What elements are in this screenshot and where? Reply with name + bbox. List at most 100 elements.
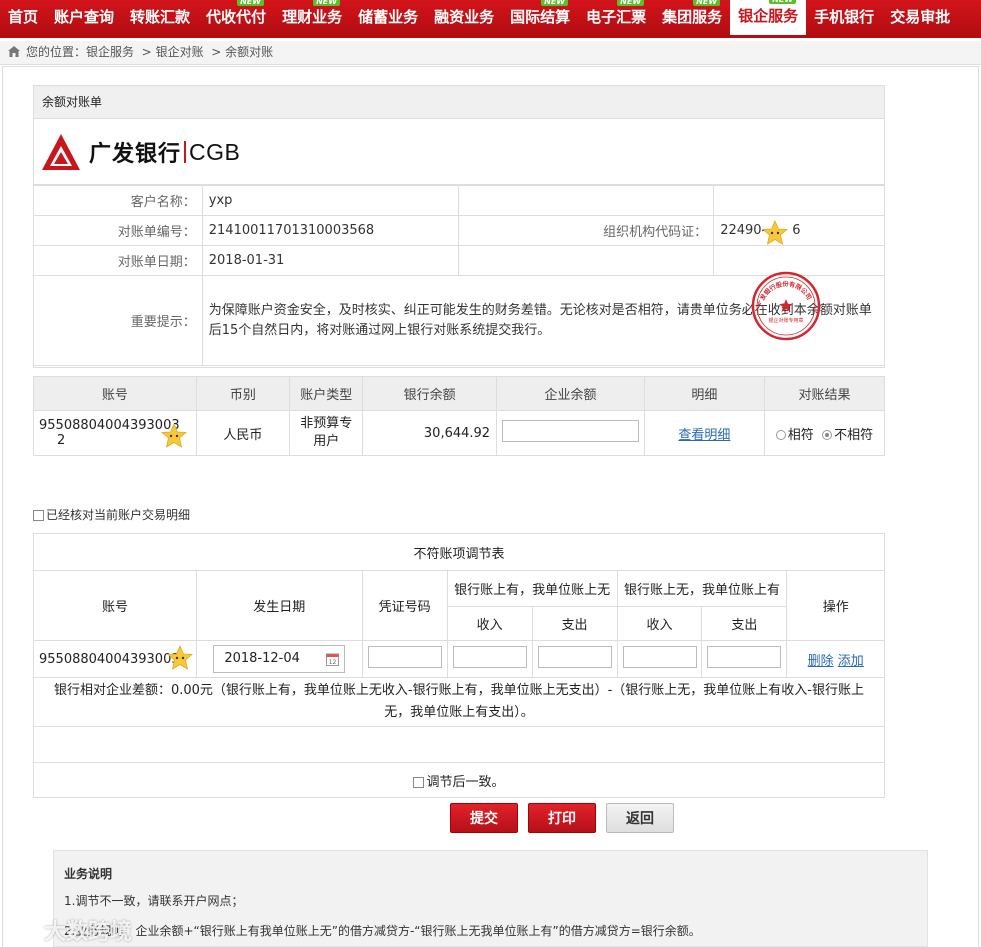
org-code-value: 22490- 6 — [713, 215, 885, 246]
org-code-head: 22490- — [720, 223, 767, 238]
nav-item-7[interactable]: 国际结算 NEW — [502, 0, 578, 35]
new-badge: NEW — [541, 0, 569, 6]
new-badge: NEW — [769, 0, 797, 4]
consistent-checkbox[interactable] — [413, 776, 425, 788]
breadcrumb-item-reconcile[interactable]: 银企对账 — [156, 45, 204, 59]
back-button[interactable]: 返回 — [606, 803, 674, 833]
nav-item-label: 储蓄业务 — [358, 8, 419, 26]
nav-item-12[interactable]: 交易审批 — [882, 0, 958, 35]
col-detail: 明细 — [643, 376, 765, 411]
nav-item-6[interactable]: 融资业务 — [426, 0, 502, 35]
breadcrumb-item-balance: 余额对账 — [225, 45, 274, 59]
view-detail-link[interactable]: 查看明细 — [678, 428, 730, 443]
delete-link[interactable]: 删除 — [808, 654, 834, 669]
corp-balance-input[interactable] — [501, 420, 639, 442]
account-table-header: 账号 币别 账户类型 银行余额 企业余额 明细 对账结果 — [33, 376, 886, 411]
col-currency: 币别 — [195, 376, 291, 411]
breadcrumb-item-bank-service[interactable]: 银企服务 — [86, 45, 134, 59]
adjust-col-date: 发生日期 — [195, 570, 363, 641]
info-row-customer: 客户名称： yxp — [33, 185, 885, 216]
nav-item-label: 电子汇票 — [586, 8, 647, 26]
corp-only-expense-input[interactable] — [707, 646, 782, 668]
calendar-icon[interactable]: 12 — [326, 652, 340, 666]
corp-only-income-input[interactable] — [622, 646, 697, 668]
nav-item-9[interactable]: 集团服务 NEW — [654, 0, 730, 35]
nav-item-1[interactable]: 账户查询 — [46, 0, 122, 35]
nav-item-label: 转账汇款 — [130, 8, 191, 26]
diff-text: 银行相对企业差额：0.00元（银行账上有，我单位账上无收入-银行账上有，我单位账… — [33, 677, 885, 727]
checked-detail-checkbox[interactable] — [33, 510, 44, 521]
adjust-col-bank-only: 银行账上有，我单位账上无 — [446, 570, 618, 607]
logo-en: CGB — [189, 138, 241, 165]
corp-income-cell — [616, 640, 703, 678]
adjust-date-cell: 2018-12-04 12 — [195, 640, 363, 678]
nav-item-10[interactable]: 银企服务 NEW — [730, 0, 807, 35]
nav-item-5[interactable]: 储蓄业务 — [350, 0, 426, 35]
nav-item-label: 手机银行 — [814, 8, 875, 26]
new-badge: NEW — [237, 0, 265, 6]
nav-item-label: 交易审批 — [890, 8, 951, 26]
nav-item-label: 理财业务 — [282, 8, 343, 26]
mismatch-radio[interactable] — [822, 429, 833, 440]
bank-only-expense-header: 支出 — [531, 606, 618, 641]
adjust-date-input[interactable]: 2018-12-04 12 — [213, 645, 346, 673]
nav-item-3[interactable]: 代收代付 NEW — [198, 0, 274, 35]
bank-only-expense-input[interactable] — [537, 646, 612, 668]
nav-item-0[interactable]: 首页 — [0, 0, 46, 35]
corp-balance-cell — [496, 410, 645, 456]
desc-title: 业务说明 — [64, 867, 113, 881]
add-link[interactable]: 添加 — [838, 654, 864, 669]
table-row: 95508804004393003 2018-12-04 12 删除 添加 — [33, 640, 885, 678]
company-seal: 广发银行股份有限公司 银企对账专用章 — [751, 271, 821, 341]
nav-item-4[interactable]: 理财业务 NEW — [274, 0, 350, 35]
business-description: 业务说明 1.调节不一致，请联系开户网点； 2.业务规则：企业余额+“银行账上有… — [53, 850, 928, 947]
submit-button[interactable]: 提交 — [450, 803, 518, 833]
nav-item-label: 首页 — [8, 8, 39, 26]
nav-item-8[interactable]: 电子汇票 NEW — [578, 0, 654, 35]
watermark-logo-icon — [8, 920, 40, 940]
col-bank-balance: 银行余额 — [362, 376, 498, 411]
adjust-col-account: 账号 — [33, 570, 197, 641]
nav-item-label: 集团服务 — [662, 8, 723, 26]
panel-title: 余额对账单 — [34, 86, 884, 119]
bank-balance-value: 30,644.92 — [362, 410, 498, 456]
voucher-cell — [361, 640, 448, 678]
corp-expense-cell — [701, 640, 788, 678]
col-result: 对账结果 — [763, 376, 886, 411]
adjust-header-row: 账号 发生日期 凭证号码 银行账上有，我单位账上无 银行账上无，我单位账上有 操… — [33, 570, 885, 641]
col-corp-balance: 企业余额 — [496, 376, 645, 411]
corp-only-expense-header: 支出 — [701, 606, 788, 641]
adjust-col-voucher: 凭证号码 — [361, 570, 448, 641]
new-badge: NEW — [313, 0, 341, 6]
nav-item-label: 国际结算 — [510, 8, 571, 26]
adjust-table: 不符账项调节表 账号 发生日期 凭证号码 银行账上有，我单位账上无 银行账上无，… — [33, 533, 885, 798]
cgb-logo: 广发银行 CGB — [41, 133, 240, 171]
print-button[interactable]: 打印 — [528, 803, 596, 833]
col-type: 账户类型 — [289, 376, 364, 411]
adjust-title: 不符账项调节表 — [33, 533, 885, 571]
watermark-text: 大数跨境 — [44, 920, 133, 945]
nav-item-11[interactable]: 手机银行 — [806, 0, 882, 35]
breadcrumb-sep: > — [211, 45, 222, 59]
svg-text:12: 12 — [329, 659, 337, 666]
nav-item-2[interactable]: 转账汇款 — [122, 0, 198, 35]
desc-line-1: 1.调节不一致，请联系开户网点； — [64, 894, 244, 908]
bank-expense-cell — [531, 640, 618, 678]
breadcrumb-prefix: 您的位置： — [26, 45, 87, 59]
bank-only-income-input[interactable] — [452, 646, 527, 668]
match-radio[interactable] — [775, 429, 786, 440]
consistent-cell: 调节后一致。 — [33, 762, 885, 798]
nav-item-label: 账户查询 — [54, 8, 115, 26]
org-code-label: 组织机构代码证： — [457, 215, 715, 246]
voucher-input[interactable] — [367, 646, 442, 668]
top-nav: 首页 账户查询 转账汇款 代收代付 NEW 理财业务 NEW 储蓄业务 融资业务 国际结算 NEW 电… — [0, 0, 981, 38]
breadcrumb: 您的位置：银企服务 > 银企对账 > 余额对账 — [0, 41, 981, 65]
home-icon — [8, 46, 20, 57]
logo-divider — [184, 141, 187, 163]
empty-cell — [713, 185, 885, 216]
watermark: 大数跨境 — [8, 914, 132, 946]
adjust-title-row: 不符账项调节表 — [33, 533, 885, 571]
blank-row — [33, 726, 885, 763]
statement-no-value: 21410011701310003568 — [201, 215, 459, 246]
breadcrumb-sep: > — [141, 45, 152, 59]
